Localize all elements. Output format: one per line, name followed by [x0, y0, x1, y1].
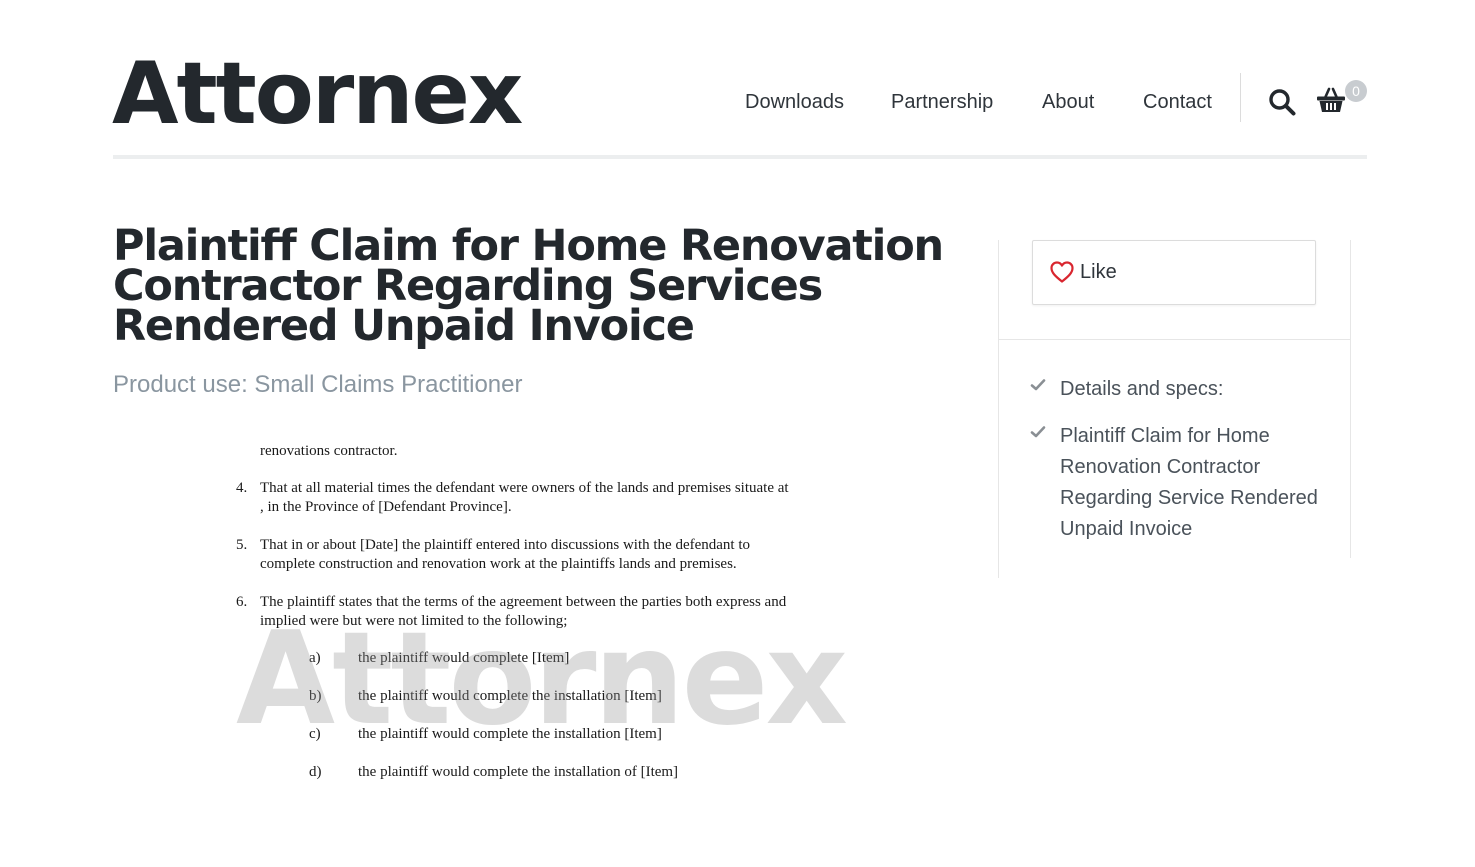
- nav-contact[interactable]: Contact: [1143, 88, 1212, 116]
- basket-icon[interactable]: [1316, 86, 1346, 114]
- doc-line: , in the Province of [Defendant Province…: [260, 499, 512, 515]
- product-title: Plaintiff Claim for Home Renovation Cont…: [113, 221, 944, 351]
- product-use: Product use: Small Claims Practitioner: [113, 371, 523, 398]
- doc-line: That in or about [Date] the plaintiff en…: [260, 537, 751, 553]
- nav-partnership[interactable]: Partnership: [891, 88, 993, 116]
- doc-line: The plaintiff states that the terms of t…: [260, 594, 787, 610]
- nav-about[interactable]: About: [1042, 88, 1094, 116]
- doc-line: implied were but were not limited to the…: [260, 613, 568, 629]
- check-icon: [1030, 426, 1046, 438]
- doc-list-marker: b): [309, 688, 322, 704]
- doc-list-marker: a): [309, 650, 321, 666]
- document-preview: renovations contractor. 4. That at all m…: [236, 436, 856, 796]
- doc-list-item: the plaintiff would complete the install…: [358, 726, 662, 742]
- like-button[interactable]: Like: [1032, 240, 1316, 305]
- nav-downloads[interactable]: Downloads: [745, 88, 844, 116]
- nav-divider: [1240, 73, 1241, 122]
- doc-number: 5.: [236, 537, 248, 553]
- like-label: Like: [1080, 261, 1117, 283]
- doc-list-item: the plaintiff would complete the install…: [358, 688, 662, 704]
- doc-line: complete construction and renovation wor…: [260, 556, 737, 572]
- header-divider: [113, 155, 1367, 159]
- doc-list-marker: c): [309, 726, 321, 742]
- doc-number: 4.: [236, 480, 248, 496]
- sidebar-border: [1350, 240, 1351, 558]
- doc-line: That at all material times the defendant…: [260, 480, 789, 496]
- doc-list-item: the plaintiff would complete the install…: [358, 764, 679, 780]
- spec-text: Details and specs:: [1060, 378, 1224, 400]
- doc-number: 6.: [236, 594, 248, 610]
- spec-text: Plaintiff Claim for Home Renovation Cont…: [1060, 425, 1318, 540]
- doc-list-item: the plaintiff would complete [Item]: [358, 650, 570, 666]
- cart-count-badge: 0: [1345, 80, 1367, 102]
- search-icon[interactable]: [1268, 88, 1296, 116]
- check-icon: [1030, 379, 1046, 391]
- sidebar-border: [998, 240, 999, 578]
- doc-list-marker: d): [309, 764, 322, 780]
- sidebar-divider: [998, 339, 1351, 340]
- heart-icon: [1050, 261, 1074, 283]
- doc-line: renovations contractor.: [260, 443, 398, 459]
- site-logo[interactable]: Attornex: [112, 44, 523, 144]
